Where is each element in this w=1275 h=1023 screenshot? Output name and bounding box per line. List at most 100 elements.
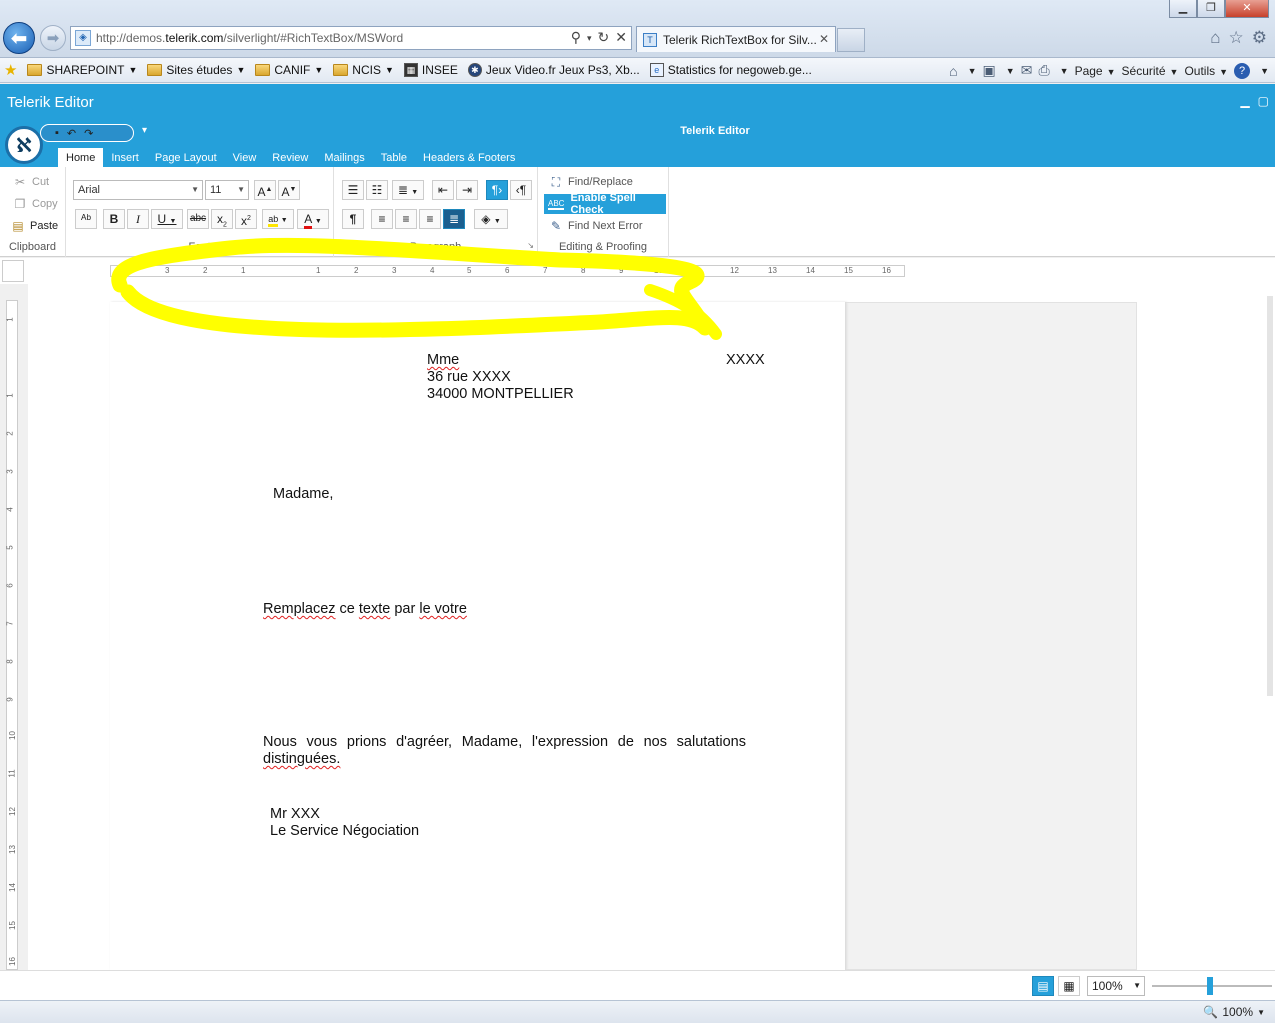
superscript-button[interactable]: x2 — [235, 209, 257, 229]
web-layout-view-button[interactable]: ▦ — [1058, 976, 1080, 996]
document-page[interactable]: Mme XXXX 36 rue XXXX 34000 MONTPELLIER M… — [110, 302, 846, 970]
refresh-icon[interactable]: ↻ — [598, 29, 610, 47]
home-icon[interactable]: ⌂ — [949, 63, 957, 79]
minimize-icon[interactable]: ▁ — [1169, 0, 1197, 18]
print-layout-view-button[interactable]: ▤ — [1032, 976, 1054, 996]
justify-button[interactable]: ≣ — [443, 209, 465, 229]
tab-page-layout[interactable]: Page Layout — [147, 148, 225, 167]
tab-close-icon[interactable]: ✕ — [819, 32, 829, 46]
rss-icon[interactable]: ▣ — [983, 62, 996, 79]
strikethrough-button[interactable]: abc — [187, 209, 209, 229]
italic-button[interactable]: I — [127, 209, 149, 229]
favorites-star-icon[interactable]: ☆ — [1229, 28, 1244, 48]
close-icon[interactable]: ✕ — [1225, 0, 1269, 18]
fav-jeuxvideo[interactable]: ✱ Jeux Video.fr Jeux Ps3, Xb... — [467, 63, 640, 77]
vertical-ruler[interactable]: 1 1 2 3 4 5 6 7 8 9 10 11 12 13 14 15 16 — [6, 300, 18, 970]
forward-button[interactable]: ➡ — [40, 25, 66, 51]
align-left-button[interactable]: ≡ — [371, 209, 393, 229]
font-family-select[interactable]: Arial ▼ — [73, 180, 203, 200]
fav-statistics[interactable]: e Statistics for negoweb.ge... — [649, 63, 812, 77]
back-button[interactable]: ⬅ — [3, 22, 35, 54]
show-formatting-button[interactable]: ¶ — [342, 209, 364, 229]
address-url[interactable]: http://demos.telerik.com/silverlight/#Ri… — [96, 31, 403, 45]
multilevel-list-button[interactable]: ≣ ▼ — [392, 180, 424, 200]
body-line[interactable]: Remplacez ce texte par le votre — [263, 601, 467, 617]
signature-service-line[interactable]: Le Service Négociation — [270, 823, 419, 839]
fav-canif[interactable]: CANIF ▼ — [255, 63, 323, 77]
find-replace-button[interactable]: ⛶ Find/Replace — [548, 175, 633, 189]
zoom-select[interactable]: 100% ▼ — [1087, 976, 1145, 996]
fav-ncis[interactable]: NCIS ▼ — [333, 63, 394, 77]
font-color-button[interactable]: A ▼ — [297, 209, 329, 229]
paste-button[interactable]: ▤ Paste — [10, 219, 58, 233]
address-name-line[interactable]: Mme — [427, 352, 459, 368]
security-menu[interactable]: Sécurité ▼ — [1122, 64, 1179, 78]
highlight-button[interactable]: ab ▼ — [262, 209, 294, 229]
change-case-button[interactable]: ᴬᵇ — [75, 209, 97, 229]
fav-insee[interactable]: ▦ INSEE — [403, 63, 458, 77]
tab-headers-footers[interactable]: Headers & Footers — [415, 148, 523, 167]
ruler-tick: 11 — [692, 266, 701, 275]
restore-icon[interactable]: ❐ — [1197, 0, 1225, 18]
enable-spell-check-button[interactable]: ABC Enable Spell Check — [544, 192, 666, 216]
bold-button[interactable]: B — [103, 209, 125, 229]
grow-font-button[interactable]: A▲ — [254, 180, 276, 200]
address-right-text[interactable]: XXXX — [726, 352, 765, 368]
ltr-button[interactable]: ¶› — [486, 180, 508, 200]
shading-button[interactable]: ◈ ▼ — [474, 209, 508, 229]
favorites-star-icon[interactable]: ★ — [4, 61, 17, 79]
underline-button[interactable]: U ▼ — [151, 209, 183, 229]
shrink-font-button[interactable]: A▼ — [278, 180, 300, 200]
font-size-select[interactable]: 11 ▼ — [205, 180, 249, 200]
address-bar[interactable]: ◈ http://demos.telerik.com/silverlight/#… — [70, 26, 632, 50]
scrollbar-thumb[interactable] — [1267, 296, 1273, 696]
horizontal-ruler[interactable]: 4 3 2 1 1 2 3 4 5 6 7 8 9 10 11 12 13 14… — [110, 265, 905, 277]
tab-insert[interactable]: Insert — [103, 148, 147, 167]
paragraph-dialog-launcher-icon[interactable]: ↘ — [527, 241, 534, 250]
font-dialog-launcher-icon[interactable]: ↘ — [323, 241, 330, 250]
tab-mailings[interactable]: Mailings — [316, 148, 372, 167]
print-icon[interactable]: ⎙ — [1038, 62, 1049, 79]
find-next-error-button[interactable]: ✎ Find Next Error — [548, 219, 643, 233]
address-street-line[interactable]: 36 rue XXXX — [427, 369, 511, 385]
help-icon[interactable]: ? — [1234, 62, 1251, 79]
align-center-button[interactable]: ≡ — [395, 209, 417, 229]
address-city-line[interactable]: 34000 MONTPELLIER — [427, 386, 574, 402]
tab-view[interactable]: View — [225, 148, 265, 167]
stop-icon[interactable]: ✕ — [615, 29, 627, 47]
bullets-button[interactable]: ☰ — [342, 180, 364, 200]
zoom-slider-thumb[interactable] — [1207, 977, 1213, 995]
signature-name-line[interactable]: Mr XXX — [270, 806, 320, 822]
ruler-toggle-button[interactable] — [2, 260, 24, 282]
salutation-line[interactable]: Madame, — [273, 486, 333, 502]
tab-home[interactable]: Home — [58, 148, 104, 167]
new-tab-button[interactable] — [837, 28, 865, 52]
align-right-button[interactable]: ≡ — [419, 209, 441, 229]
increase-indent-button[interactable]: ⇥ — [456, 180, 478, 200]
tools-menu[interactable]: Outils ▼ — [1184, 64, 1228, 78]
tab-review[interactable]: Review — [264, 148, 316, 167]
home-icon[interactable]: ⌂ — [1210, 28, 1220, 48]
rtl-button[interactable]: ‹¶ — [510, 180, 532, 200]
fav-sites-etudes[interactable]: Sites études ▼ — [147, 63, 245, 77]
search-icon[interactable]: ⚲ — [571, 29, 581, 47]
copy-button[interactable]: ❐ Copy — [12, 197, 58, 211]
subscript-button[interactable]: x2 — [211, 209, 233, 229]
decrease-indent-button[interactable]: ⇤ — [432, 180, 454, 200]
app-maximize-icon[interactable]: ▢ — [1258, 94, 1269, 108]
closing-line-1[interactable]: Nous vous prions d'agréer, Madame, l'exp… — [263, 734, 746, 750]
closing-line-2[interactable]: distinguées. — [263, 751, 340, 767]
paragraph-group: ☰ ☷ ≣ ▼ ⇤ ⇥ ¶› ‹¶ ¶ ≡ ≡ ≡ ≣ ◈ ▼ Paragrap… — [334, 167, 538, 257]
browser-zoom[interactable]: 🔍 100% ▼ — [1203, 1005, 1265, 1019]
numbering-button[interactable]: ☷ — [366, 180, 388, 200]
vertical-scrollbar[interactable] — [1265, 284, 1275, 970]
page-menu[interactable]: Page ▼ — [1075, 64, 1116, 78]
browser-tab[interactable]: T Telerik RichTextBox for Silv... ✕ — [636, 26, 836, 52]
settings-gear-icon[interactable]: ⚙ — [1252, 28, 1267, 48]
tab-table[interactable]: Table — [373, 148, 415, 167]
dropdown-icon[interactable]: ▾ — [587, 29, 592, 47]
cut-button[interactable]: ✂ Cut — [12, 175, 49, 189]
mail-icon[interactable]: ✉ — [1021, 62, 1033, 79]
app-minimize-icon[interactable]: ▁ — [1240, 94, 1249, 108]
fav-sharepoint[interactable]: SHAREPOINT ▼ — [27, 63, 137, 77]
